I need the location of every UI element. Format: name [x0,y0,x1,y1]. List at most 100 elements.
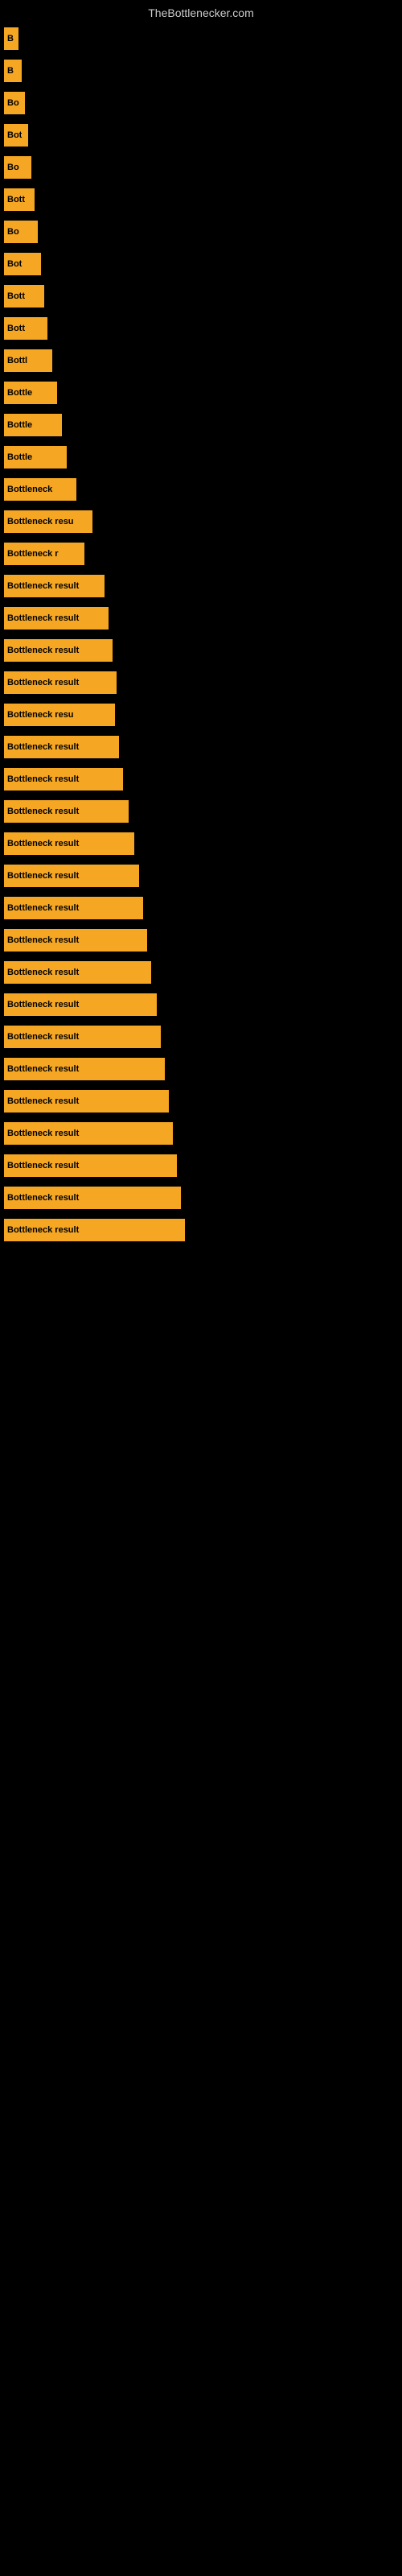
bar-row: Bottleneck result [0,1021,402,1053]
bar-label: Bottleneck result [7,871,79,881]
bar-item: Bottleneck result [4,961,151,984]
bar-item: Bottleneck result [4,768,123,791]
bar-label: Bottle [7,388,32,398]
bar-label: Bottleneck resu [7,517,74,526]
bar-item: Bottleneck result [4,929,147,952]
bar-label: Bottleneck result [7,742,79,752]
bar-item: Bottleneck result [4,800,129,823]
bar-label: Bottleneck result [7,678,79,687]
bar-item: Bottleneck result [4,1090,169,1113]
bar-item: B [4,60,22,82]
bar-label: Bottleneck r [7,549,59,559]
bar-item: Bottleneck result [4,575,105,597]
bar-item: Bottleneck resu [4,510,92,533]
bar-row: Bot [0,248,402,280]
bar-label: Bottleneck result [7,968,79,977]
bar-item: Bott [4,317,47,340]
bar-item: Bottleneck result [4,897,143,919]
bar-row: Bottleneck result [0,763,402,795]
bar-label: B [7,66,14,76]
bar-item: Bottl [4,349,52,372]
bar-label: Bottleneck result [7,1129,79,1138]
bar-label: Bottleneck result [7,646,79,655]
bar-item: Bottleneck result [4,1026,161,1048]
bar-row: Bottleneck result [0,731,402,763]
bar-row: Bottle [0,441,402,473]
bar-row: Bo [0,87,402,119]
bar-row: Bo [0,151,402,184]
bar-item: B [4,27,18,50]
bar-row: Bott [0,280,402,312]
bar-label: Bott [7,291,25,301]
bar-label: Bottleneck result [7,935,79,945]
bar-item: Bottleneck result [4,671,117,694]
bar-row: Bottleneck resu [0,506,402,538]
bar-label: Bottle [7,452,32,462]
bar-row: Bottleneck result [0,1085,402,1117]
bar-item: Bottleneck result [4,1122,173,1145]
bar-item: Bo [4,156,31,179]
bar-row: Bottleneck result [0,1053,402,1085]
bar-label: Bo [7,227,19,237]
bar-item: Bottleneck [4,478,76,501]
bar-row: Bottleneck r [0,538,402,570]
bar-label: Bottleneck result [7,1096,79,1106]
bar-item: Bottleneck result [4,1187,181,1209]
bar-label: B [7,34,14,43]
bar-label: Bo [7,163,19,172]
bar-row: Bottleneck result [0,795,402,828]
bar-item: Bottleneck result [4,639,113,662]
bar-label: Bottleneck result [7,774,79,784]
bar-label: Bottleneck result [7,1193,79,1203]
bar-item: Bottleneck result [4,1154,177,1177]
bar-row: Bottleneck result [0,1117,402,1150]
bar-row: Bottleneck result [0,892,402,924]
bar-label: Bottleneck result [7,903,79,913]
bar-label: Bottleneck result [7,581,79,591]
bar-label: Bottl [7,356,27,365]
bar-row: B [0,23,402,55]
bar-label: Bottleneck result [7,1064,79,1074]
bar-label: Bo [7,98,19,108]
bar-label: Bottleneck result [7,1000,79,1009]
bar-row: Bottle [0,409,402,441]
bar-label: Bottleneck [7,485,52,494]
bar-row: Bottleneck result [0,1214,402,1246]
bar-label: Bottleneck result [7,807,79,816]
bar-label: Bottleneck result [7,839,79,848]
bar-item: Bott [4,285,44,308]
bar-row: Bottleneck [0,473,402,506]
bar-row: Bottleneck result [0,989,402,1021]
bar-item: Bottleneck result [4,832,134,855]
bar-row: Bottleneck result [0,667,402,699]
bar-row: Bottleneck result [0,828,402,860]
bar-label: Bottleneck result [7,1225,79,1235]
bar-row: Bottleneck result [0,602,402,634]
bar-row: Bottl [0,345,402,377]
bar-row: Bottleneck result [0,956,402,989]
bar-label: Bottleneck resu [7,710,74,720]
bar-row: Bottleneck result [0,1150,402,1182]
bar-label: Bot [7,130,22,140]
bar-label: Bottleneck result [7,1161,79,1170]
bar-item: Bottle [4,382,57,404]
bar-item: Bottleneck result [4,1219,185,1241]
bar-item: Bottle [4,446,67,469]
bar-item: Bo [4,92,25,114]
bar-row: Bottleneck result [0,570,402,602]
bar-item: Bottleneck result [4,607,109,630]
bar-label: Bottleneck result [7,613,79,623]
bar-row: Bottleneck result [0,924,402,956]
bar-row: Bottleneck result [0,634,402,667]
bar-row: Bottleneck result [0,860,402,892]
bar-label: Bottle [7,420,32,430]
bar-row: Bottleneck resu [0,699,402,731]
bar-row: Bottle [0,377,402,409]
bar-label: Bottleneck result [7,1032,79,1042]
bar-item: Bottleneck r [4,543,84,565]
bar-item: Bottleneck result [4,865,139,887]
bar-label: Bott [7,324,25,333]
bar-row: B [0,55,402,87]
bar-item: Bottle [4,414,62,436]
bar-label: Bot [7,259,22,269]
